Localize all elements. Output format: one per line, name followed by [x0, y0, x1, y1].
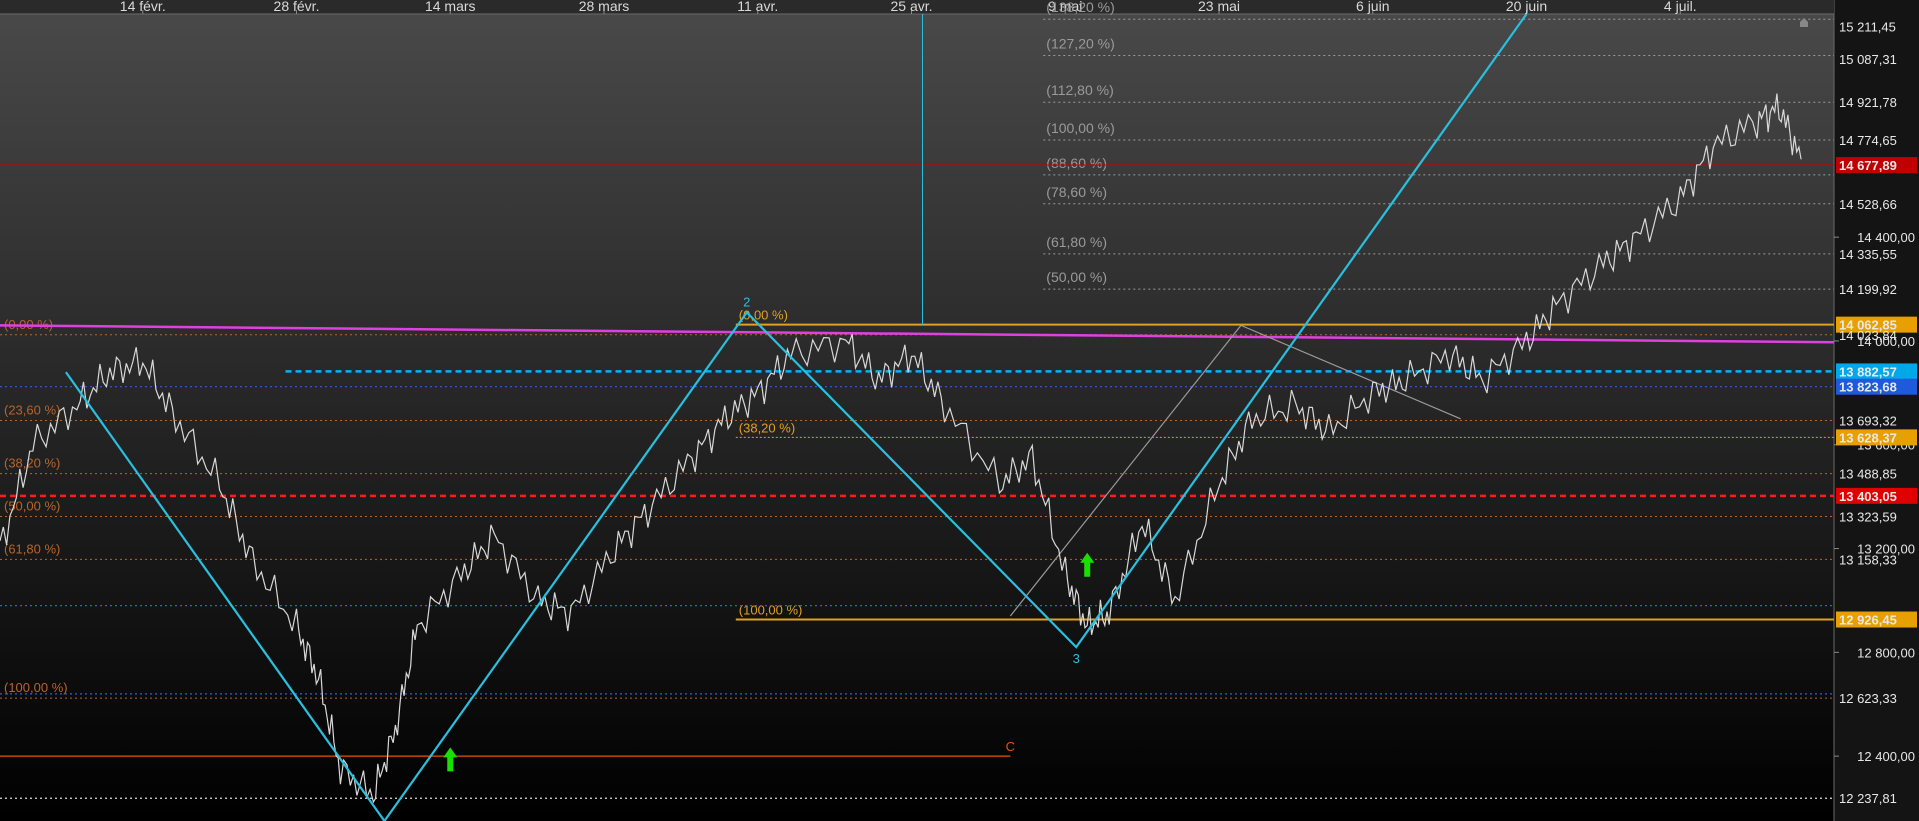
price-label: 14 335,55 — [1839, 247, 1897, 262]
price-label: 13 823,68 — [1839, 380, 1897, 395]
price-label: 14 023,84 — [1839, 328, 1897, 343]
fib-right-label: (127,20 %) — [1046, 36, 1114, 52]
price-label: 12 926,45 — [1839, 613, 1897, 628]
price-label: 14 199,92 — [1839, 282, 1897, 297]
fib-right-label: (61,80 %) — [1046, 234, 1107, 250]
fib-right-label: (50,00 %) — [1046, 269, 1107, 285]
y-tick-label: 14 400,00 — [1857, 230, 1915, 245]
fib-mid-label: (38,20 %) — [739, 420, 795, 435]
fib-left-label: (23,60 %) — [4, 403, 60, 418]
x-tick-label: 28 mars — [579, 0, 630, 14]
x-tick-label: 25 avr. — [890, 0, 932, 14]
x-tick-label: 4 juil. — [1664, 0, 1697, 14]
y-tick-label: 12 800,00 — [1857, 645, 1915, 660]
price-label: 13 403,05 — [1839, 489, 1897, 504]
price-label: 13 488,85 — [1839, 467, 1897, 482]
price-label: 12 237,81 — [1839, 791, 1897, 806]
price-label: 13 693,32 — [1839, 414, 1897, 429]
x-tick-label: 11 avr. — [737, 0, 778, 14]
stock-chart: 14 févr. 28 févr. 14 mars 28 mars 11 avr. 25 … — [0, 0, 1919, 821]
fib-left-label: (100,00 %) — [4, 680, 68, 695]
fib-mid-label: (100,00 %) — [739, 603, 803, 618]
x-tick-label: 14 févr. — [120, 0, 166, 14]
fib-left-label: (61,80 %) — [4, 541, 60, 556]
y-tick-label: 12 400,00 — [1857, 749, 1915, 764]
fib-right-label: (138,20 %) — [1046, 0, 1114, 15]
price-label: 14 528,66 — [1839, 197, 1897, 212]
wave-label: 3 — [1073, 651, 1080, 666]
price-label: 13 158,33 — [1839, 552, 1897, 567]
wave-label: 2 — [743, 294, 750, 309]
fib-right-label: (78,60 %) — [1046, 184, 1107, 200]
x-tick-label: 20 juin — [1506, 0, 1547, 14]
x-tick-label: 28 févr. — [274, 0, 320, 14]
price-label: 15 087,31 — [1839, 52, 1897, 67]
price-label: 13 628,37 — [1839, 430, 1897, 445]
marker-label: C — [1006, 739, 1015, 754]
fib-right-label: (112,80 %) — [1046, 82, 1113, 98]
price-label: 13 882,57 — [1839, 364, 1897, 379]
price-label: 14 921,78 — [1839, 95, 1897, 110]
x-tick-label: 6 juin — [1356, 0, 1389, 14]
fib-right-label: (100,00 %) — [1046, 120, 1114, 136]
x-tick-label: 14 mars — [425, 0, 476, 14]
chart-svg: 14 févr. 28 févr. 14 mars 28 mars 11 avr. 25 … — [0, 0, 1919, 821]
price-label: 13 323,59 — [1839, 509, 1897, 524]
price-label: 14 774,65 — [1839, 133, 1897, 148]
fib-right-label: (88,60 %) — [1046, 155, 1107, 171]
x-tick-label: 23 mai — [1198, 0, 1240, 14]
price-label: 12 623,33 — [1839, 691, 1897, 706]
price-label: 15 211,45 — [1839, 20, 1896, 35]
fib-left-label: (38,20 %) — [4, 456, 60, 471]
price-label: 14 677,89 — [1839, 158, 1897, 173]
